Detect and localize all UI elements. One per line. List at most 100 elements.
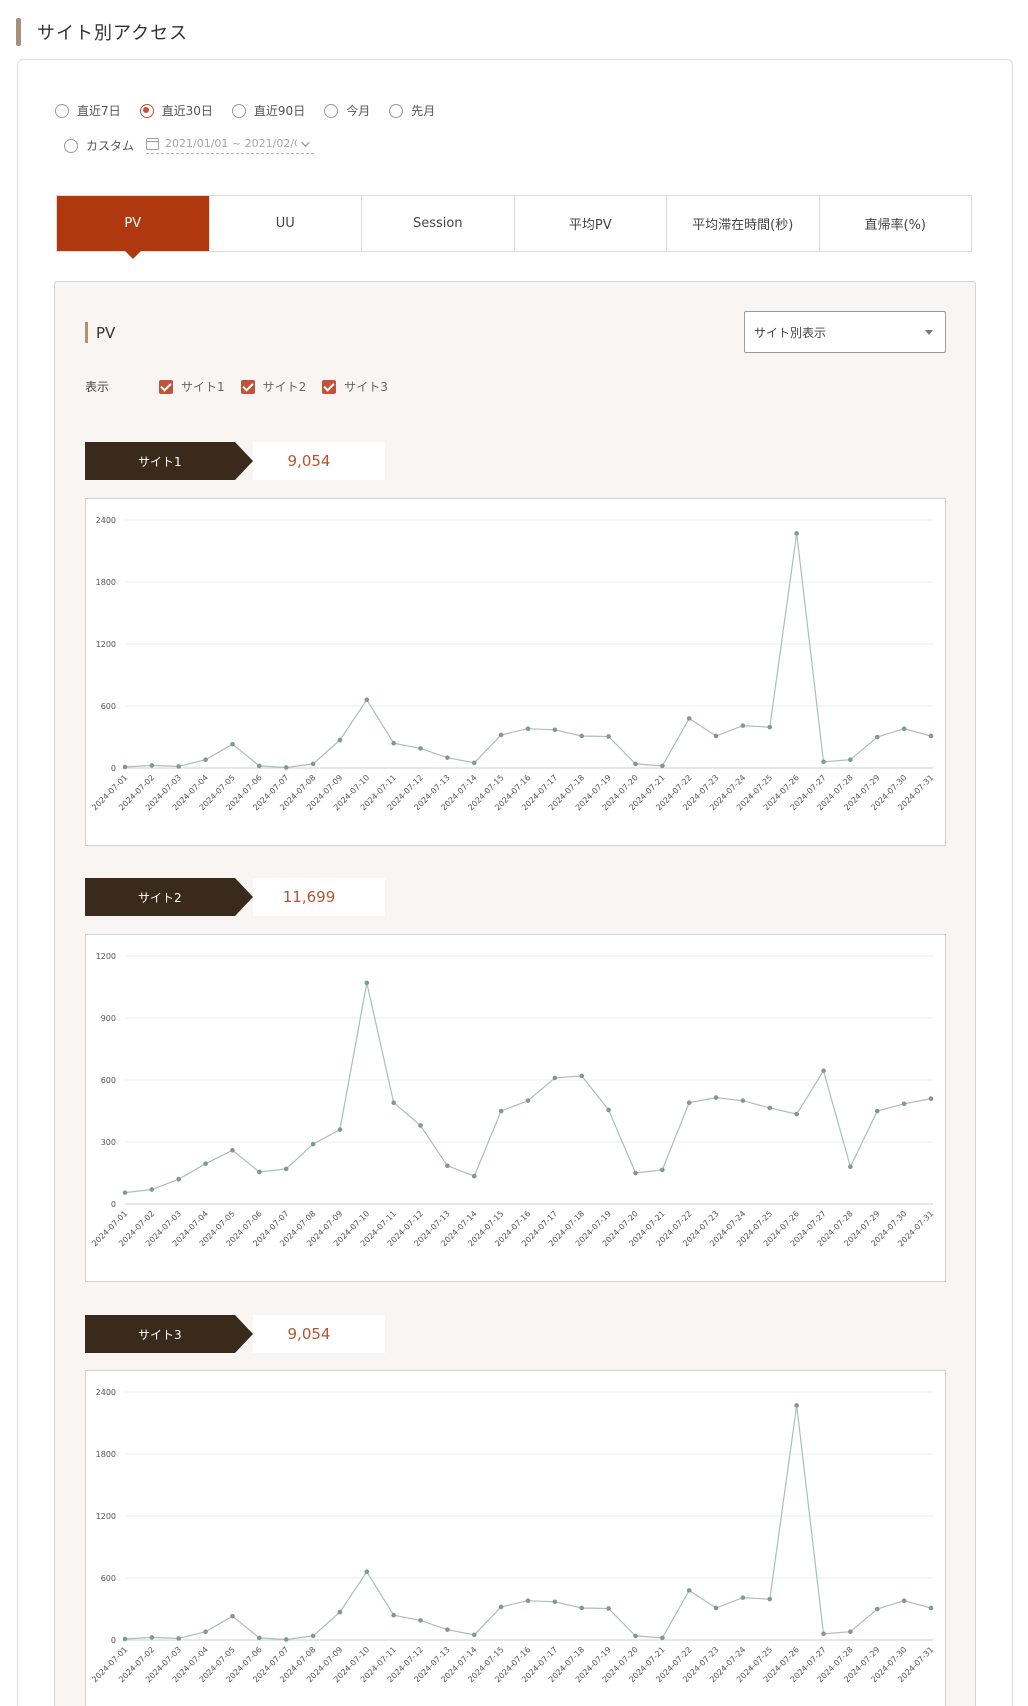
checkbox-site3[interactable]: サイト3 <box>322 378 388 395</box>
radio-circle-icon <box>55 103 69 118</box>
data-point <box>579 1073 585 1079</box>
site1-banner: サイト1 9,054 <box>85 442 385 480</box>
y-tick-label: 0 <box>111 1636 116 1645</box>
tab-bounce-rate[interactable]: 直帰率(%) <box>818 196 971 251</box>
site2-chart: 0 300 600 900 1200 2024-07-01 2024-07-02 2024-0… <box>85 934 946 1282</box>
tab-session[interactable]: Session <box>361 196 514 251</box>
radio-last-90-days[interactable]: 直近90日 <box>231 102 305 119</box>
radio-last-30-days[interactable]: 直近30日 <box>139 102 213 119</box>
caret-down-icon <box>925 330 933 335</box>
site2-line-chart: 030060090012002024-07-012024-07-022024-0… <box>90 952 935 1248</box>
series-line <box>124 1405 932 1641</box>
data-point <box>552 1599 558 1605</box>
y-tick-label: 2400 <box>96 1388 116 1397</box>
data-point <box>337 1127 343 1132</box>
data-point <box>364 980 370 986</box>
y-tick-label: 300 <box>101 1138 116 1147</box>
y-tick-label: 1800 <box>96 1450 116 1459</box>
data-point <box>176 764 182 769</box>
data-point <box>230 741 235 747</box>
data-point <box>498 1604 504 1610</box>
heading-accent-bar <box>85 322 88 343</box>
data-point <box>283 1637 289 1642</box>
site3-chart: 0 600 1200 1800 2400 2024-07-01 2024-07-02 2024… <box>85 1370 946 1706</box>
data-point <box>821 1631 826 1637</box>
data-point <box>821 759 826 765</box>
tab-pv[interactable]: PV <box>57 196 209 259</box>
radio-custom[interactable]: カスタム <box>64 137 134 154</box>
data-point <box>821 1068 826 1073</box>
data-point <box>686 716 692 721</box>
view-mode-value: サイト別表示 <box>754 325 827 340</box>
data-point <box>794 1403 799 1408</box>
data-point <box>713 1605 719 1611</box>
data-point <box>767 1105 773 1111</box>
data-point <box>901 1101 907 1107</box>
data-point <box>928 1096 934 1101</box>
data-point <box>686 1588 692 1593</box>
data-point <box>391 1612 396 1618</box>
site-name: サイト3 <box>85 1315 253 1353</box>
radio-label: 直近7日 <box>77 104 121 118</box>
view-mode-select[interactable]: サイト別表示 <box>744 311 946 353</box>
data-point <box>633 1170 638 1176</box>
data-point <box>928 733 934 739</box>
y-tick-label: 1800 <box>96 578 116 587</box>
checkbox-checked-icon <box>159 379 173 394</box>
data-point <box>874 1108 880 1114</box>
checkbox-label: サイト1 <box>181 380 225 394</box>
panel-heading: PV <box>85 322 115 343</box>
site-visibility-row: 表示 サイト1 サイト2 サイト3 <box>85 378 404 395</box>
data-point <box>874 1606 880 1612</box>
checkbox-site2[interactable]: サイト2 <box>240 378 306 395</box>
data-point <box>525 1098 531 1103</box>
tab-uu[interactable]: UU <box>208 196 361 251</box>
data-point <box>713 1095 719 1100</box>
radio-this-month[interactable]: 今月 <box>324 102 370 119</box>
data-point <box>740 1595 746 1600</box>
site-name: サイト2 <box>85 878 253 916</box>
site-total: 9,054 <box>253 1315 385 1353</box>
data-point <box>445 755 450 760</box>
data-point <box>418 1123 423 1128</box>
data-point <box>606 734 611 739</box>
data-point <box>122 1636 128 1642</box>
calendar-icon <box>146 137 160 150</box>
data-point <box>230 1613 235 1619</box>
data-point <box>579 733 585 739</box>
metric-tabs: PV UU Session 平均PV 平均滞在時間(秒) 直帰率(%) <box>56 195 972 259</box>
data-point <box>498 732 504 738</box>
checkbox-site1[interactable]: サイト1 <box>159 378 225 395</box>
data-point <box>740 1098 746 1103</box>
data-point <box>874 734 880 740</box>
y-tick-label: 0 <box>111 1200 116 1209</box>
data-point <box>633 761 638 767</box>
tab-avg-pv[interactable]: 平均PV <box>513 196 666 251</box>
page-title-text: サイト別アクセス <box>37 23 189 44</box>
series-line <box>124 982 932 1194</box>
radio-circle-icon <box>64 138 78 153</box>
data-point <box>149 1187 155 1192</box>
y-tick-label: 600 <box>101 1574 116 1583</box>
radio-last-month[interactable]: 先月 <box>389 102 435 119</box>
data-point <box>660 763 665 769</box>
data-point <box>928 1605 934 1611</box>
radio-last-7-days[interactable]: 直近7日 <box>55 102 121 119</box>
data-point <box>794 531 799 536</box>
checkbox-checked-icon <box>240 379 255 394</box>
data-point <box>767 1596 773 1602</box>
data-point <box>176 1176 182 1182</box>
data-point <box>713 733 719 739</box>
data-point <box>848 757 853 763</box>
data-point <box>848 1629 853 1635</box>
show-label: 表示 <box>85 380 110 394</box>
site-name: サイト1 <box>85 442 253 480</box>
date-range-picker[interactable]: 2021/01/01 ~ 2021/02/C <box>146 137 315 154</box>
tab-avg-duration[interactable]: 平均滞在時間(秒) <box>666 196 819 251</box>
radio-label: 先月 <box>411 104 436 118</box>
data-point <box>283 1166 289 1172</box>
site3-banner: サイト3 9,054 <box>85 1315 385 1353</box>
data-point <box>203 1161 208 1166</box>
data-point <box>525 726 531 732</box>
panel-title: PV <box>96 323 116 342</box>
